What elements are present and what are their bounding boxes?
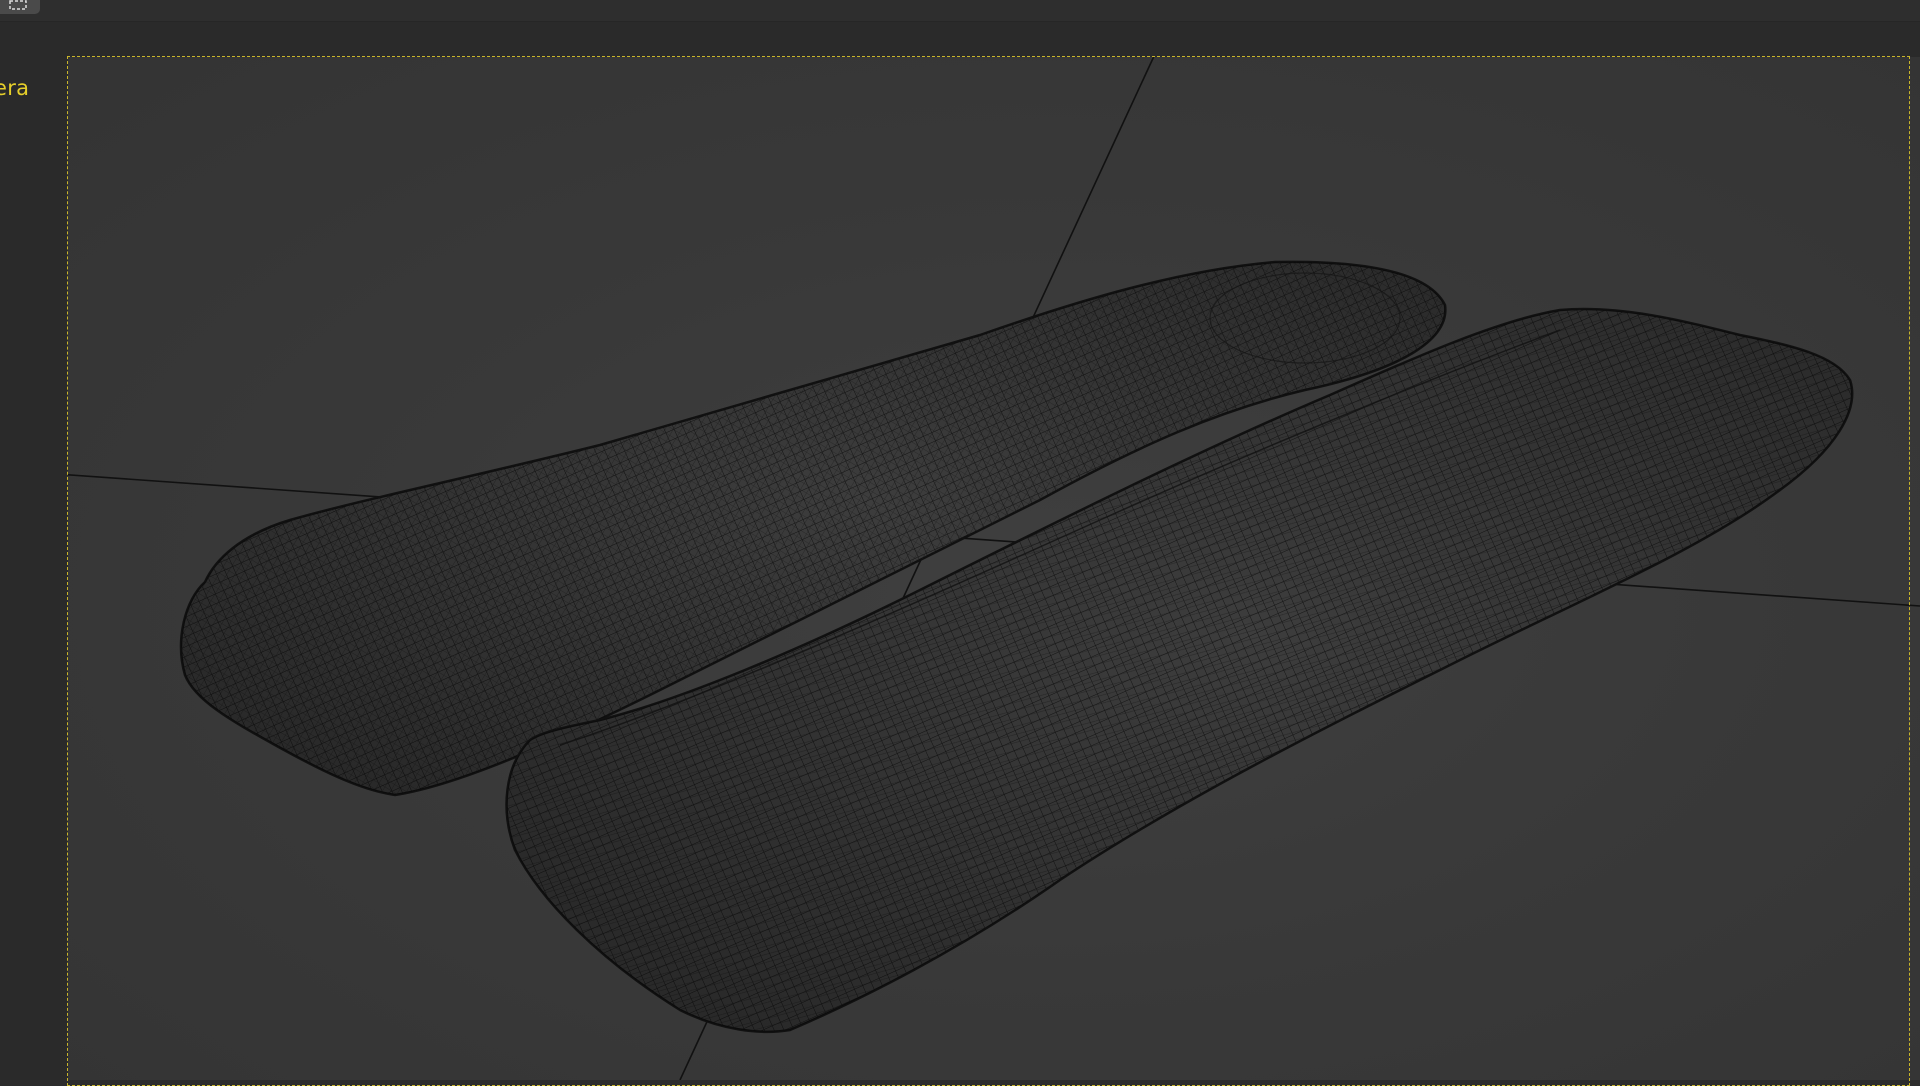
view-frame-icon [9,0,27,10]
view-frame-button[interactable] [0,0,40,14]
scene-canvas[interactable] [0,22,1920,1080]
3d-viewport[interactable] [0,22,1920,1080]
camera-name-label: era [0,76,30,100]
viewport-header [0,0,1920,22]
camera-passepartout-top [68,22,1920,57]
camera-passepartout-left [0,22,68,1080]
